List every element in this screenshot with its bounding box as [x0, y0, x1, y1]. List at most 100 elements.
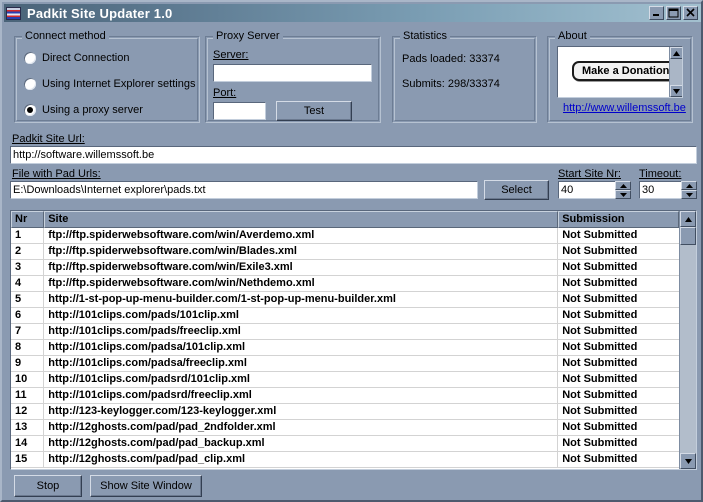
cell-submission: Not Submitted [558, 260, 679, 275]
timeout-spin-buttons[interactable] [681, 181, 697, 199]
scroll-down-icon[interactable] [680, 453, 696, 469]
cell-submission: Not Submitted [558, 356, 679, 371]
start-site-nr-stepper[interactable]: 40 [558, 181, 631, 199]
table-row[interactable]: 2ftp://ftp.spiderwebsoftware.com/win/Bla… [11, 244, 679, 260]
column-header-site[interactable]: Site [44, 211, 558, 228]
cell-site: http://101clips.com/padsa/freeclip.xml [44, 356, 558, 371]
padkit-site-url-input[interactable]: http://software.willemssoft.be [10, 146, 697, 164]
radio-label-ie-settings: Using Internet Explorer settings [42, 78, 195, 90]
willemssoft-link[interactable]: http://www.willemssoft.be [563, 102, 686, 114]
table-row[interactable]: 15http://12ghosts.com/pad/pad_clip.xmlNo… [11, 452, 679, 468]
table-row[interactable]: 11http://101clips.com/padsrd/freeclip.xm… [11, 388, 679, 404]
cell-submission: Not Submitted [558, 324, 679, 339]
column-header-submission[interactable]: Submission [558, 211, 679, 228]
statistics-title: Statistics [400, 30, 450, 42]
radio-proxy-server[interactable]: Using a proxy server [24, 104, 143, 116]
cell-submission: Not Submitted [558, 276, 679, 291]
pad-file-input[interactable]: E:\Downloads\Internet explorer\pads.txt [10, 181, 478, 199]
cell-site: http://12ghosts.com/pad/pad_clip.xml [44, 452, 558, 467]
cell-nr: 8 [11, 340, 44, 355]
cell-submission: Not Submitted [558, 228, 679, 243]
scrollbar-thumb[interactable] [680, 227, 696, 245]
cell-nr: 12 [11, 404, 44, 419]
cell-nr: 5 [11, 292, 44, 307]
cell-submission: Not Submitted [558, 244, 679, 259]
scroll-up-icon[interactable] [680, 211, 696, 227]
about-scrollbar[interactable] [669, 47, 682, 97]
title-bar: Padkit Site Updater 1.0 [4, 4, 701, 22]
about-title: About [555, 30, 590, 42]
table-row[interactable]: 4ftp://ftp.spiderwebsoftware.com/win/Net… [11, 276, 679, 292]
table-row[interactable]: 12http://123-keylogger.com/123-keylogger… [11, 404, 679, 420]
radio-dot-icon [24, 52, 36, 64]
spin-up-icon[interactable] [681, 181, 697, 190]
spin-down-icon[interactable] [615, 190, 631, 199]
sites-list[interactable]: Nr Site Submission 1ftp://ftp.spiderwebs… [10, 210, 697, 470]
show-site-window-button[interactable]: Show Site Window [90, 475, 202, 497]
connect-method-body: Direct Connection Using Internet Explore… [14, 36, 200, 123]
cell-submission: Not Submitted [558, 372, 679, 387]
sites-list-scrollbar[interactable] [679, 211, 696, 469]
stop-button[interactable]: Stop [14, 475, 82, 497]
table-row[interactable]: 6http://101clips.com/pads/101clip.xmlNot… [11, 308, 679, 324]
cell-submission: Not Submitted [558, 436, 679, 451]
cell-site: http://101clips.com/padsrd/freeclip.xml [44, 388, 558, 403]
table-row[interactable]: 10http://101clips.com/padsrd/101clip.xml… [11, 372, 679, 388]
select-button[interactable]: Select [484, 180, 549, 200]
table-row[interactable]: 14http://12ghosts.com/pad/pad_backup.xml… [11, 436, 679, 452]
cell-submission: Not Submitted [558, 404, 679, 419]
application-window: Padkit Site Updater 1.0 Connect method D… [0, 0, 703, 502]
table-row[interactable]: 13http://12ghosts.com/pad/pad_2ndfolder.… [11, 420, 679, 436]
port-label: Port: [213, 87, 236, 99]
cell-nr: 3 [11, 260, 44, 275]
sites-list-header: Nr Site Submission [11, 211, 679, 228]
timeout-label: Timeout: [639, 168, 681, 180]
spin-down-icon[interactable] [681, 190, 697, 199]
start-site-nr-spin-buttons[interactable] [615, 181, 631, 199]
spin-up-icon[interactable] [615, 181, 631, 190]
make-a-donation-button[interactable]: Make a Donation [572, 61, 679, 81]
cell-nr: 2 [11, 244, 44, 259]
cell-site: http://12ghosts.com/pad/pad_backup.xml [44, 436, 558, 451]
table-row[interactable]: 9http://101clips.com/padsa/freeclip.xmlN… [11, 356, 679, 372]
table-row[interactable]: 7http://101clips.com/pads/freeclip.xmlNo… [11, 324, 679, 340]
cell-nr: 10 [11, 372, 44, 387]
proxy-server-group: Proxy Server Server: Port: Test [205, 30, 381, 123]
cell-submission: Not Submitted [558, 292, 679, 307]
minimize-button[interactable] [649, 6, 664, 20]
cell-site: ftp://ftp.spiderwebsoftware.com/win/Blad… [44, 244, 558, 259]
scroll-up-icon[interactable] [670, 47, 683, 59]
table-row[interactable]: 8http://101clips.com/padsa/101clip.xmlNo… [11, 340, 679, 356]
statistics-group: Statistics Pads loaded: 33374 Submits: 2… [392, 30, 537, 123]
cell-site: http://101clips.com/pads/freeclip.xml [44, 324, 558, 339]
cell-site: http://123-keylogger.com/123-keylogger.x… [44, 404, 558, 419]
table-row[interactable]: 1ftp://ftp.spiderwebsoftware.com/win/Ave… [11, 228, 679, 244]
cell-site: ftp://ftp.spiderwebsoftware.com/win/Aver… [44, 228, 558, 243]
radio-direct-connection[interactable]: Direct Connection [24, 52, 129, 64]
radio-ie-settings[interactable]: Using Internet Explorer settings [24, 78, 195, 90]
cell-nr: 15 [11, 452, 44, 467]
cell-site: ftp://ftp.spiderwebsoftware.com/win/Exil… [44, 260, 558, 275]
about-group: About Make a Donation http://www.willems… [547, 30, 693, 123]
maximize-button[interactable] [666, 6, 681, 20]
sites-list-rows: 1ftp://ftp.spiderwebsoftware.com/win/Ave… [11, 228, 679, 468]
test-button[interactable]: Test [276, 101, 352, 121]
timeout-stepper[interactable]: 30 [639, 181, 697, 199]
pads-loaded-value: Pads loaded: 33374 [402, 53, 500, 65]
cell-site: http://101clips.com/padsa/101clip.xml [44, 340, 558, 355]
server-label: Server: [213, 49, 248, 61]
cell-submission: Not Submitted [558, 340, 679, 355]
column-header-nr[interactable]: Nr [11, 211, 44, 228]
table-row[interactable]: 3ftp://ftp.spiderwebsoftware.com/win/Exi… [11, 260, 679, 276]
close-button[interactable] [683, 6, 698, 20]
port-input[interactable] [213, 102, 266, 120]
window-title: Padkit Site Updater 1.0 [27, 6, 172, 21]
cell-nr: 9 [11, 356, 44, 371]
scroll-down-icon[interactable] [670, 85, 683, 97]
start-site-nr-label: Start Site Nr: [558, 168, 621, 180]
server-input[interactable] [213, 64, 372, 82]
cell-nr: 6 [11, 308, 44, 323]
cell-submission: Not Submitted [558, 308, 679, 323]
table-row[interactable]: 5http://1-st-pop-up-menu-builder.com/1-s… [11, 292, 679, 308]
flag-icon [6, 7, 21, 20]
